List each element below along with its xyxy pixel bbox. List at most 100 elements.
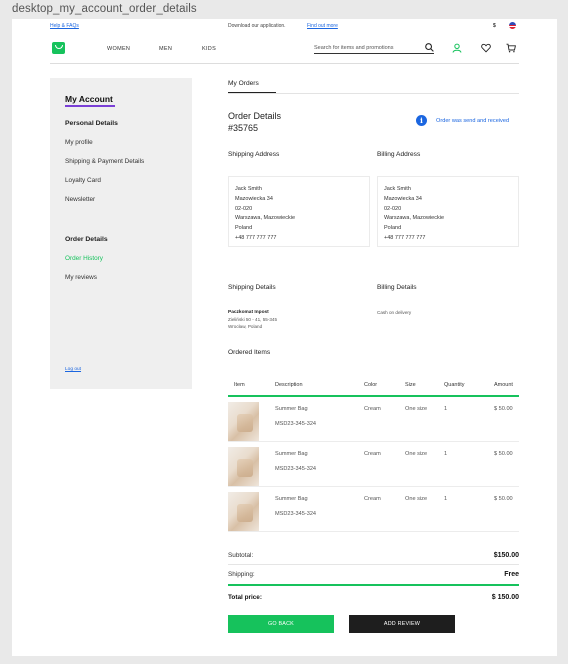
sidebar-item-order-history[interactable]: Order History: [65, 255, 103, 262]
shipping-address-heading: Shipping Address: [228, 151, 280, 158]
frame-label: desktop_my_account_order_details: [12, 3, 197, 15]
item-size: One size: [405, 406, 428, 412]
table-row[interactable]: Summer Bag MSD23-345-324 Cream One size …: [228, 487, 519, 532]
shipping-details-heading: Shipping Details: [228, 284, 276, 291]
order-title: Order Details #35765: [228, 110, 281, 134]
order-title-line1: Order Details: [228, 111, 282, 121]
item-size: One size: [405, 496, 428, 502]
nav-kids[interactable]: KIDS: [202, 46, 216, 52]
heart-icon[interactable]: [481, 43, 491, 53]
sidebar-item-newsletter[interactable]: Newsletter: [65, 196, 95, 203]
item-quantity: 1: [444, 451, 448, 457]
logout-link[interactable]: Log out: [65, 367, 81, 372]
find-out-more-link[interactable]: Find out more: [307, 23, 338, 29]
shipping-method: Paczkomat Inpost: [228, 310, 269, 315]
subtotal-value: $150.00: [493, 552, 519, 559]
header-divider: [50, 63, 519, 64]
download-app-text: Download our application.: [228, 23, 286, 29]
nav-women[interactable]: WOMEN: [107, 46, 130, 52]
product-thumbnail[interactable]: [228, 402, 259, 441]
sidebar-item-shipping-payment[interactable]: Shipping & Payment Details: [65, 158, 144, 165]
table-header-size: Size: [405, 382, 416, 388]
sidebar-title: My Account: [65, 94, 113, 104]
table-header-color: Color: [364, 382, 378, 388]
billing-address-line: Jack Smith: [384, 186, 411, 192]
order-number: #35765: [228, 123, 259, 133]
shipping-address-box: Jack Smith Mazowiecka 34 02-020 Warszawa…: [228, 176, 370, 247]
item-quantity: 1: [444, 406, 448, 412]
flag-icon[interactable]: [509, 22, 516, 29]
shipping-address-line: Poland: [235, 225, 253, 232]
item-name: Summer Bag: [275, 451, 308, 457]
shipping-address-line: Jack Smith: [235, 186, 262, 192]
shipping-address-line: Warszawa, Mazowieckie: [235, 215, 296, 222]
sidebar-item-my-profile[interactable]: My profile: [65, 139, 93, 146]
product-thumbnail[interactable]: [228, 447, 259, 486]
table-header-description: Description: [275, 382, 303, 388]
user-icon[interactable]: [452, 43, 462, 53]
cart-icon[interactable]: [506, 43, 516, 53]
product-thumbnail[interactable]: [228, 492, 259, 531]
search-placeholder: Search for items and promotions: [314, 45, 394, 51]
total-divider: [228, 584, 519, 586]
account-sidebar: My Account Personal Details My profile S…: [50, 78, 192, 389]
table-header-item: Item: [234, 382, 245, 388]
total-value: $ 150.00: [491, 594, 519, 601]
table-row[interactable]: Summer Bag MSD23-345-324 Cream One size …: [228, 442, 519, 487]
order-status: Order was send and received: [436, 118, 510, 124]
ordered-items-heading: Ordered Items: [228, 349, 271, 356]
search-icon[interactable]: [425, 43, 434, 52]
billing-details-heading: Billing Details: [377, 284, 417, 291]
item-code: MSD23-345-324: [275, 421, 317, 427]
totals-divider: [228, 564, 519, 565]
shipping-value: Free: [504, 571, 519, 578]
subtotal-label: Subtotal:: [228, 552, 254, 559]
shipping-detail-line: Zieliński 50 - 41, 55-345: [228, 317, 278, 322]
item-amount: $ 50.00: [494, 496, 513, 502]
item-size: One size: [405, 451, 428, 457]
sidebar-item-loyalty-card[interactable]: Loyalty Card: [65, 177, 101, 184]
tab-my-orders[interactable]: My Orders: [228, 80, 259, 87]
add-review-button[interactable]: ADD REVIEW: [349, 615, 455, 633]
nav-men[interactable]: MEN: [159, 46, 172, 52]
billing-method: Cash on delivery: [377, 310, 412, 315]
billing-address-line: Warszawa, Mazowieckie: [384, 215, 445, 222]
item-color: Cream: [364, 406, 381, 412]
item-code: MSD23-345-324: [275, 511, 317, 517]
sidebar-title-underline: [65, 105, 115, 107]
item-name: Summer Bag: [275, 496, 308, 502]
shipping-label: Shipping:: [228, 571, 255, 578]
shipping-address-line: +48 777 777 777: [235, 234, 277, 241]
item-quantity: 1: [444, 496, 448, 502]
tab-divider: [228, 93, 519, 94]
table-header-quantity: Quantity: [444, 382, 465, 388]
logo[interactable]: [52, 42, 65, 54]
billing-address-line: +48 777 777 777: [384, 234, 426, 241]
item-name: Summer Bag: [275, 406, 308, 412]
shipping-address-line: Mazowiecka 34: [235, 195, 273, 202]
billing-address-heading: Billing Address: [377, 151, 421, 158]
help-faq-link[interactable]: Help & FAQs: [50, 23, 79, 29]
sidebar-item-my-reviews[interactable]: My reviews: [65, 274, 97, 281]
item-color: Cream: [364, 496, 381, 502]
billing-address-line: Poland: [384, 225, 402, 232]
sidebar-heading-order: Order Details: [65, 236, 108, 243]
billing-address-line: 02-020: [384, 205, 402, 212]
shipping-address-line: 02-020: [235, 205, 253, 212]
table-header-amount: Amount: [494, 382, 513, 388]
info-icon: i: [416, 115, 427, 126]
sidebar-heading-personal: Personal Details: [65, 120, 118, 127]
currency-selector[interactable]: $: [493, 23, 496, 29]
search-input[interactable]: Search for items and promotions: [314, 43, 434, 54]
item-amount: $ 50.00: [494, 406, 513, 412]
item-amount: $ 50.00: [494, 451, 513, 457]
go-back-button[interactable]: GO BACK: [228, 615, 334, 633]
billing-address-box: Jack Smith Mazowiecka 34 02-020 Warszawa…: [377, 176, 519, 247]
billing-address-line: Mazowiecka 34: [384, 195, 422, 202]
item-code: MSD23-345-324: [275, 466, 317, 472]
page: Help & FAQs Download our application. Fi…: [12, 19, 557, 656]
item-color: Cream: [364, 451, 381, 457]
table-row[interactable]: Summer Bag MSD23-345-324 Cream One size …: [228, 397, 519, 442]
shipping-detail-line: Wrocław, Poland: [228, 324, 263, 329]
top-bar: Help & FAQs Download our application. Fi…: [12, 19, 557, 33]
